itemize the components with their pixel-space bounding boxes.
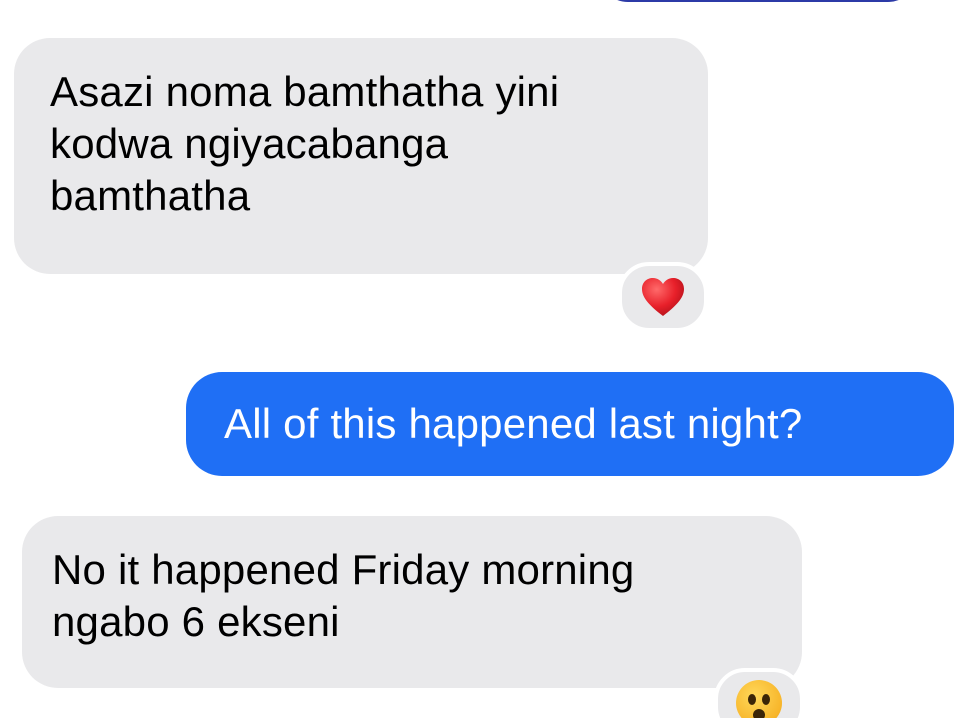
message-reaction-badge[interactable] — [618, 262, 708, 332]
message-text-line: bamthatha — [50, 172, 251, 219]
message-text-line: No it happened Friday morning — [52, 546, 635, 593]
red-heart-icon — [640, 276, 686, 318]
hushed-face-icon — [736, 680, 782, 718]
message-reaction-badge[interactable] — [714, 668, 804, 718]
outgoing-message-bubble[interactable]: All of this happened last night? — [186, 372, 954, 476]
incoming-message-bubble[interactable]: Asazi noma bamthatha yini kodwa ngiyacab… — [14, 38, 708, 274]
message-text: All of this happened last night? — [224, 400, 803, 447]
incoming-message-bubble[interactable]: No it happened Friday morning ngabo 6 ek… — [22, 516, 802, 688]
message-text-line: kodwa ngiyacabanga — [50, 120, 449, 167]
outgoing-message-bubble-partial[interactable] — [598, 0, 918, 2]
message-text-line: ngabo 6 ekseni — [52, 598, 340, 645]
message-text-line: Asazi noma bamthatha yini — [50, 68, 560, 115]
chat-transcript: Asazi noma bamthatha yini kodwa ngiyacab… — [0, 0, 967, 718]
